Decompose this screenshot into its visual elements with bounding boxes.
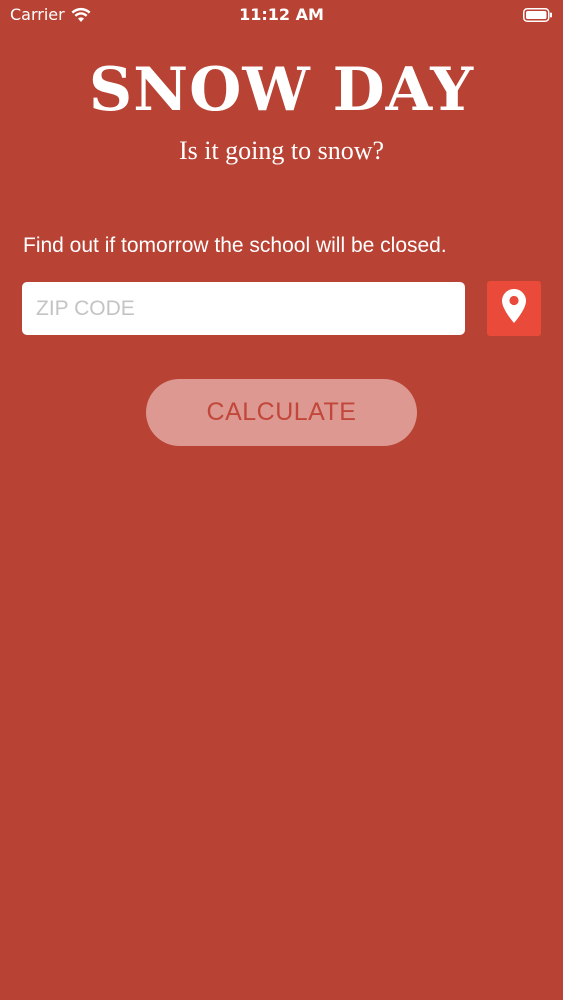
location-button[interactable] — [487, 281, 541, 336]
status-bar: Carrier 11:12 AM — [0, 0, 563, 30]
zip-code-input[interactable] — [22, 282, 465, 335]
app-title: SNOW DAY — [88, 55, 475, 125]
location-pin-icon — [501, 288, 527, 329]
description-text: Find out if tomorrow the school will be … — [23, 234, 447, 257]
calculate-button[interactable]: CALCULATE — [146, 379, 417, 446]
status-time: 11:12 AM — [239, 5, 324, 24]
app-subtitle: Is it going to snow? — [178, 136, 385, 165]
battery-icon — [523, 7, 553, 22]
